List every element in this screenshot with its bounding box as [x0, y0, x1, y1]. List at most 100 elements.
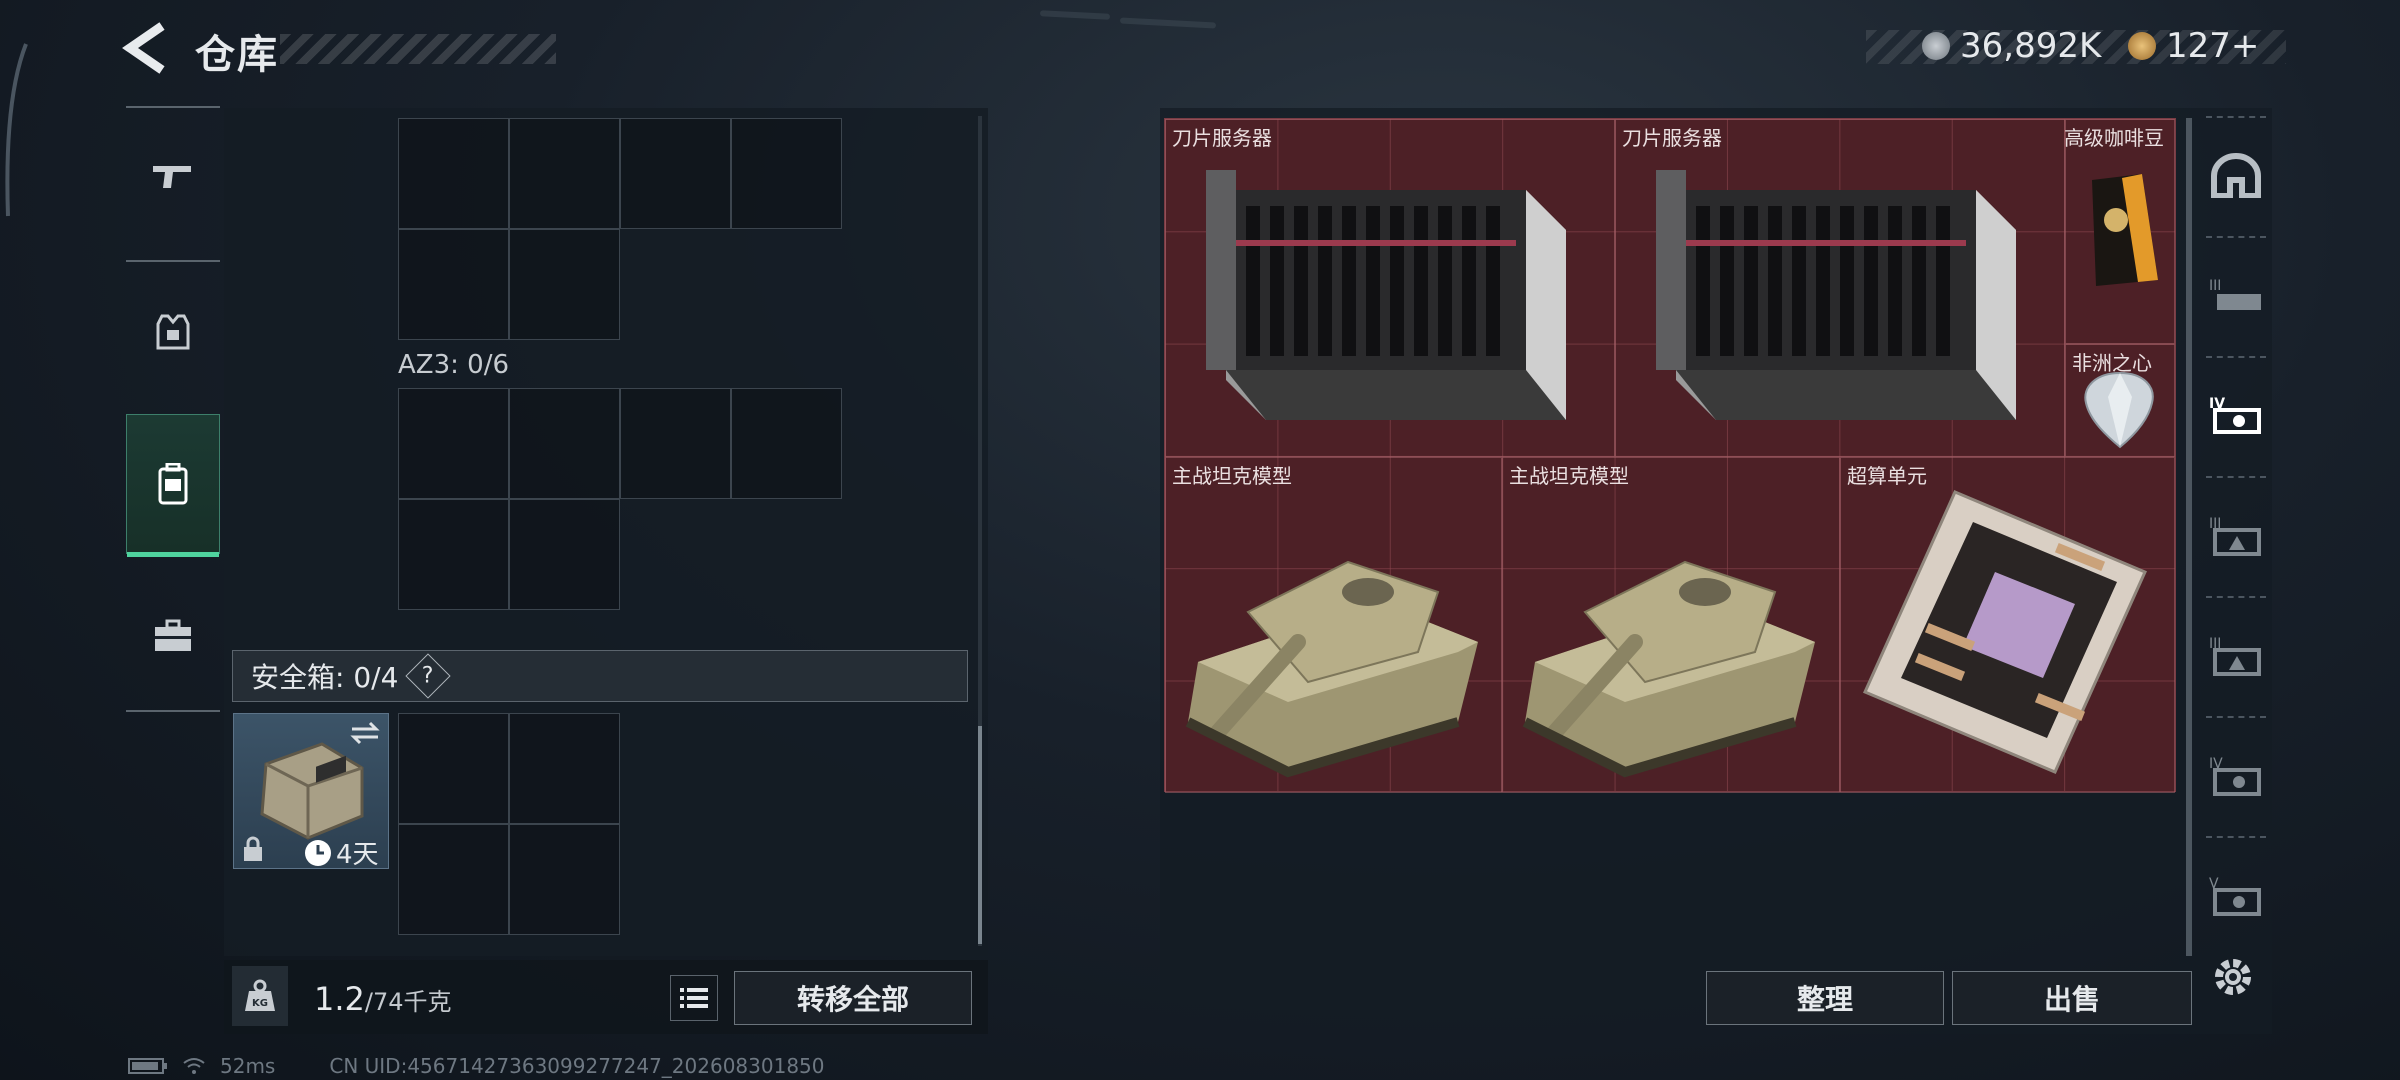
item-name: 主战坦克模型: [1172, 464, 1292, 488]
grid-cell[interactable]: [509, 229, 620, 340]
coin-icon: [1922, 32, 1950, 60]
top-header: 仓库 36,892K 127+: [0, 0, 2400, 100]
tab-weapons[interactable]: [126, 106, 220, 246]
list-icon: [680, 988, 708, 1008]
item-name: 高级咖啡豆: [2064, 126, 2164, 150]
grid-cell[interactable]: [398, 824, 509, 935]
stash-grid: 刀片服务器 刀片服务器 高级咖啡豆 非洲之心 主战坦克模型 主战坦克模型 超算单…: [1164, 118, 2176, 793]
grid-cell[interactable]: [509, 499, 620, 610]
tier-3-case-icon-2: III: [2209, 636, 2261, 676]
svg-text:III: III: [2209, 278, 2221, 294]
grid-cell[interactable]: [731, 118, 842, 229]
status-bar: 52ms CN UID:45671427363099277247_2026083…: [128, 1054, 825, 1078]
uid-text: CN UID:45671427363099277247_202608301850: [329, 1054, 825, 1078]
grid-cell[interactable]: [620, 388, 731, 499]
tab-armor[interactable]: [126, 262, 220, 402]
swap-icon[interactable]: [348, 720, 382, 746]
blade-server-image: [1656, 170, 2016, 420]
grid-cell[interactable]: [620, 118, 731, 229]
transfer-all-button[interactable]: 转移全部: [734, 971, 972, 1025]
weight-readout: 1.2/74千克: [314, 980, 452, 1018]
settings-gear-icon[interactable]: [2208, 952, 2258, 1002]
battery-icon: [128, 1058, 167, 1074]
sort-button[interactable]: 整理: [1706, 971, 1944, 1025]
list-view-button[interactable]: [670, 975, 718, 1021]
weight-current: 1.2: [314, 980, 365, 1018]
secure-case-image: [260, 742, 364, 840]
premium-currency-icon: [2128, 32, 2156, 60]
az3-capacity-label: AZ3: 0/6: [398, 350, 510, 380]
stash-tab-tier-3[interactable]: III: [2200, 236, 2272, 354]
svg-text:KG: KG: [252, 998, 268, 1009]
rail-divider: [126, 710, 220, 712]
grid-cell[interactable]: [398, 118, 509, 229]
weight-icon: KG: [232, 966, 288, 1026]
coffee-bag-image: [2092, 174, 2158, 286]
kg-weight-icon: KG: [245, 979, 275, 1011]
tier-4-case-icon: IV: [2209, 756, 2261, 796]
clock-icon: [305, 839, 331, 866]
stash-page-rail: III IV III III IV V: [2200, 116, 2272, 956]
tier-3-item-icon: III: [2209, 278, 2261, 310]
tier-3-case-icon: III: [2209, 516, 2261, 556]
grid-cell[interactable]: [398, 229, 509, 340]
safe-box-header: 安全箱: 0/4 ?: [232, 650, 968, 702]
tier-5-case-icon: V: [2209, 876, 2261, 916]
grid-cell[interactable]: [398, 713, 509, 824]
tab-tools[interactable]: [126, 566, 220, 706]
ping-text: 52ms: [220, 1054, 276, 1078]
currency-coins: 36,892K: [1922, 26, 2101, 66]
grid-cell[interactable]: [398, 388, 509, 499]
case-timer-text: 4天: [336, 840, 379, 870]
grid-cell[interactable]: [509, 824, 620, 935]
tab-backpack[interactable]: [126, 414, 220, 557]
sell-button[interactable]: 出售: [1952, 971, 2192, 1025]
tier-4-item-icon: IV: [2209, 396, 2261, 434]
grid-cell[interactable]: [509, 388, 620, 499]
gun-icon: [153, 166, 191, 188]
coin-amount: 36,892K: [1960, 26, 2102, 66]
grid-cell[interactable]: [509, 118, 620, 229]
case-timer: 4天: [304, 834, 379, 871]
wifi-icon: [183, 1058, 205, 1074]
diamond-image: [2084, 371, 2154, 449]
stash-tab-tier-4-active[interactable]: IV: [2200, 356, 2272, 474]
stash-tab-tier-3-case[interactable]: III: [2200, 476, 2272, 594]
backpack-scroll-thumb[interactable]: [978, 726, 982, 944]
title-stripe-decoration: [280, 34, 556, 64]
safe-box-label: 安全箱: 0/4: [251, 661, 399, 694]
safe-case-slot[interactable]: 4天: [233, 713, 389, 871]
tank-model-image: [1522, 560, 1815, 778]
grid-cell[interactable]: [731, 388, 842, 499]
item-name: 主战坦克模型: [1509, 464, 1629, 488]
left-category-rail: [126, 106, 220, 712]
premium-amount: 127+: [2166, 26, 2260, 66]
item-name: 刀片服务器: [1622, 126, 1722, 150]
armor-vest-icon: [156, 314, 190, 350]
stash-scrollbar[interactable]: [2186, 118, 2192, 956]
circuit-board-image: [1863, 490, 2147, 774]
item-blade-server[interactable]: 刀片服务器: [1165, 119, 1615, 457]
item-tank-model[interactable]: 主战坦克模型: [1502, 457, 1840, 793]
item-tank-model[interactable]: 主战坦克模型: [1165, 457, 1502, 793]
item-supercomputing-unit[interactable]: 超算单元: [1840, 457, 2175, 793]
page-title: 仓库: [195, 32, 279, 78]
item-blade-server[interactable]: 刀片服务器: [1615, 119, 2065, 457]
help-icon[interactable]: ?: [405, 653, 452, 699]
back-arrow-icon[interactable]: [122, 22, 170, 74]
briefcase-icon: [155, 619, 191, 651]
helmet-icon: [2211, 153, 2261, 198]
grid-cell[interactable]: [509, 713, 620, 824]
stash-tab-helmet[interactable]: [2200, 116, 2272, 234]
blade-server-image: [1206, 170, 1566, 420]
weight-capacity: /74千克: [364, 988, 452, 1016]
item-premium-coffee[interactable]: 高级咖啡豆: [2064, 119, 2175, 344]
currency-premium[interactable]: 127+: [2128, 26, 2259, 66]
stash-tab-tier-3-case-2[interactable]: III: [2200, 596, 2272, 714]
stash-tab-tier-4-case[interactable]: IV: [2200, 716, 2272, 834]
tank-model-image: [1185, 560, 1478, 778]
stash-tab-tier-5-case[interactable]: V: [2200, 836, 2272, 954]
grid-cell[interactable]: [398, 499, 509, 610]
item-heart-of-africa[interactable]: 非洲之心: [2065, 344, 2175, 457]
backpack-icon: [158, 463, 188, 505]
